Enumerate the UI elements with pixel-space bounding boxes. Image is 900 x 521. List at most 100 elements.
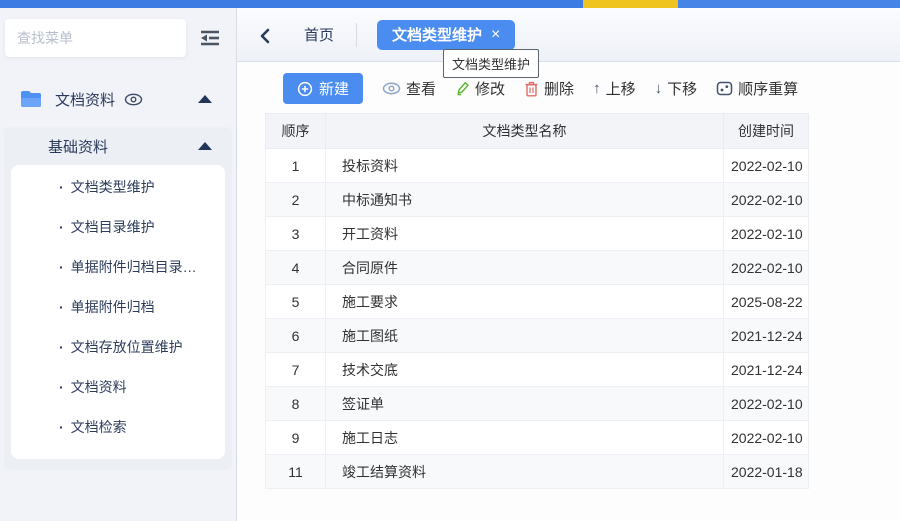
sidebar-group-basic[interactable]: 基础资料 — [4, 127, 232, 165]
sidebar-item[interactable]: · 单据附件归档 — [11, 287, 225, 327]
sidebar-item-label: 文档检索 — [71, 417, 127, 437]
sidebar-item[interactable]: ·文档类型维护 — [11, 167, 225, 207]
circle-plus-icon — [297, 81, 313, 97]
sidebar-menu-card: ·文档类型维护·文档目录维护·单据附件归档目录…·单据附件归档·文档存放位置维护… — [11, 165, 225, 459]
arrow-up-icon: ↑ — [593, 80, 601, 97]
cell-name[interactable]: 施工日志 — [326, 421, 724, 455]
recalc-order-button[interactable]: 顺序重算 — [716, 78, 798, 99]
folder-icon — [20, 90, 42, 108]
edit-button[interactable]: 修改 — [455, 78, 505, 99]
view-button[interactable]: 查看 — [382, 78, 436, 99]
bullet-icon: · — [59, 179, 64, 195]
cell-name[interactable]: 签证单 — [326, 387, 724, 421]
sidebar-group-label: 基础资料 — [48, 136, 108, 157]
sidebar-item[interactable]: · 文档目录维护 — [11, 207, 225, 247]
table-row[interactable]: 4合同原件2022-02-10 — [266, 251, 809, 285]
sidebar-item-label: 单据附件归档 — [71, 297, 155, 317]
sidebar-item-label: 文档目录维护 — [71, 217, 155, 237]
sidebar-search-row — [0, 8, 236, 67]
bullet-icon: · — [59, 379, 64, 395]
cell-date[interactable]: 2022-02-10 — [724, 217, 809, 251]
cell-name[interactable]: 施工图纸 — [326, 319, 724, 353]
sidebar-item[interactable]: · 文档资料 — [11, 367, 225, 407]
tab-bar: 首页 文档类型维护 × 文档类型维护 — [237, 8, 900, 62]
sidebar-item[interactable]: ·单据附件归档目录… — [11, 247, 225, 287]
cell-date[interactable]: 2022-02-10 — [724, 387, 809, 421]
eye-icon[interactable] — [124, 93, 143, 106]
sidebar-root-label: 文档资料 — [55, 89, 115, 110]
pencil-icon — [455, 81, 470, 96]
table-row[interactable]: 6施工图纸2021-12-24 — [266, 319, 809, 353]
table-row[interactable]: 1投标资料2022-02-10 — [266, 149, 809, 183]
sidebar-item[interactable]: ·文档存放位置维护 — [11, 327, 225, 367]
collapse-caret-icon[interactable] — [198, 142, 212, 150]
sidebar-group-panel: 基础资料 ·文档类型维护·文档目录维护·单据附件归档目录…·单据附件归档·文档存… — [4, 127, 232, 470]
delete-button[interactable]: 删除 — [524, 78, 574, 99]
cell-date[interactable]: 2022-02-10 — [724, 149, 809, 183]
bullet-icon: · — [59, 419, 64, 435]
sidebar-item[interactable]: · 文档检索 — [11, 407, 225, 447]
cell-order[interactable]: 5 — [266, 285, 326, 319]
table-row[interactable]: 2中标通知书2022-02-10 — [266, 183, 809, 217]
cell-order[interactable]: 7 — [266, 353, 326, 387]
cell-date[interactable]: 2022-02-10 — [724, 421, 809, 455]
bullet-icon: · — [59, 219, 64, 235]
search-input[interactable] — [5, 19, 186, 57]
cell-order[interactable]: 11 — [266, 455, 326, 489]
collapse-caret-icon[interactable] — [198, 95, 212, 103]
menu-fold-icon[interactable] — [198, 28, 222, 48]
cell-order[interactable]: 2 — [266, 183, 326, 217]
move-up-button[interactable]: ↑ 上移 — [593, 78, 636, 99]
table-row[interactable]: 3开工资料2022-02-10 — [266, 217, 809, 251]
column-header-order: 顺序 — [266, 114, 326, 149]
move-down-button[interactable]: ↓ 下移 — [655, 78, 698, 99]
cell-order[interactable]: 4 — [266, 251, 326, 285]
table-row[interactable]: 5施工要求2025-08-22 — [266, 285, 809, 319]
sidebar-item-label: 文档资料 — [71, 377, 127, 397]
cell-order[interactable]: 8 — [266, 387, 326, 421]
table-row[interactable]: 11竣工结算资料2022-01-18 — [266, 455, 809, 489]
bullet-icon: · — [59, 299, 64, 315]
sidebar-item-docs-root[interactable]: 文档资料 — [0, 79, 236, 119]
sidebar: 文档资料 基础资料 ·文档类型维护·文档目录维护·单据附件归档目录…·单据附件归… — [0, 8, 237, 521]
cell-name[interactable]: 中标通知书 — [326, 183, 724, 217]
tab-label: 文档类型维护 — [392, 24, 482, 45]
main-area: 首页 文档类型维护 × 文档类型维护 — [237, 8, 900, 521]
cell-date[interactable]: 2021-12-24 — [724, 353, 809, 387]
recalc-icon — [716, 81, 733, 96]
cell-order[interactable]: 3 — [266, 217, 326, 251]
tab-divider — [356, 23, 357, 47]
cell-order[interactable]: 6 — [266, 319, 326, 353]
cell-date[interactable]: 2022-02-10 — [724, 251, 809, 285]
move-down-label: 下移 — [667, 78, 697, 99]
top-progress-bar — [0, 0, 900, 8]
move-up-label: 上移 — [606, 78, 636, 99]
cell-name[interactable]: 合同原件 — [326, 251, 724, 285]
table-row[interactable]: 8签证单2022-02-10 — [266, 387, 809, 421]
cell-name[interactable]: 施工要求 — [326, 285, 724, 319]
cell-name[interactable]: 开工资料 — [326, 217, 724, 251]
close-icon[interactable]: × — [491, 27, 500, 43]
sidebar-item-label: 单据附件归档目录… — [71, 257, 197, 277]
table-row[interactable]: 7技术交底2021-12-24 — [266, 353, 809, 387]
cell-name[interactable]: 竣工结算资料 — [326, 455, 724, 489]
tab-doc-type-active[interactable]: 文档类型维护 × — [377, 20, 515, 50]
cell-order[interactable]: 9 — [266, 421, 326, 455]
cell-name[interactable]: 技术交底 — [326, 353, 724, 387]
toolbar: 新建 查看 — [283, 73, 900, 104]
table-header-row: 顺序 文档类型名称 创建时间 — [266, 114, 809, 149]
new-button-label: 新建 — [319, 78, 349, 99]
recalc-label: 顺序重算 — [738, 78, 798, 99]
content-panel: 新建 查看 — [237, 62, 900, 521]
tab-home[interactable]: 首页 — [304, 24, 334, 45]
cell-name[interactable]: 投标资料 — [326, 149, 724, 183]
cell-date[interactable]: 2022-02-10 — [724, 183, 809, 217]
back-chevron-icon[interactable] — [258, 27, 272, 45]
cell-date[interactable]: 2021-12-24 — [724, 319, 809, 353]
edit-button-label: 修改 — [475, 78, 505, 99]
new-button[interactable]: 新建 — [283, 73, 363, 104]
table-row[interactable]: 9施工日志2022-02-10 — [266, 421, 809, 455]
cell-order[interactable]: 1 — [266, 149, 326, 183]
cell-date[interactable]: 2022-01-18 — [724, 455, 809, 489]
cell-date[interactable]: 2025-08-22 — [724, 285, 809, 319]
